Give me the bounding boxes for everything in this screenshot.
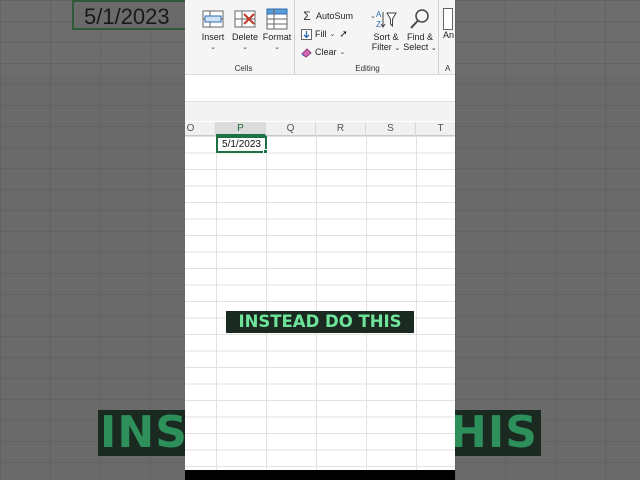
format-button[interactable]: Format ⌄ <box>261 8 293 51</box>
svg-text:Z: Z <box>376 20 381 29</box>
delete-label: Delete <box>231 32 258 42</box>
chevron-down-icon: ⌄ <box>329 31 336 38</box>
find-select-button[interactable]: Find & Select ⌄ <box>403 8 437 52</box>
ribbon: Insert ⌄ Delete ⌄ Format ⌄ Cells Σ AutoS… <box>185 0 455 75</box>
find-select-label-1: Find & <box>406 32 433 42</box>
cells-group: Insert ⌄ Delete ⌄ Format ⌄ Cells <box>193 0 295 75</box>
column-header-o[interactable]: O <box>185 122 216 136</box>
fill-icon <box>301 28 312 40</box>
next-group-partial: An A <box>441 0 455 75</box>
backdrop-active-cell: 5/1/2023 <box>72 0 185 30</box>
backdrop-left: 5/1/2023 <box>0 0 185 480</box>
backdrop-grid-right <box>455 0 640 480</box>
format-cells-icon <box>266 8 288 30</box>
column-header-s[interactable]: S <box>366 122 416 136</box>
clear-eraser-icon <box>301 47 312 58</box>
editing-group-label: Editing <box>355 64 380 73</box>
active-cell-p1[interactable]: 5/1/2023 <box>216 136 268 154</box>
chevron-down-icon: ⌄ <box>274 44 280 51</box>
chevron-down-icon: ⌄ <box>339 49 346 56</box>
svg-text:A: A <box>376 10 382 19</box>
fill-button[interactable]: Fill ⌄ ➚ <box>301 26 348 42</box>
clear-label: Clear <box>315 47 337 57</box>
column-header-t[interactable]: T <box>416 122 455 136</box>
formula-area <box>185 75 455 122</box>
sort-filter-label-1: Sort & <box>373 32 399 42</box>
find-magnifier-icon <box>410 9 429 29</box>
backdrop-grid-left <box>0 0 185 480</box>
active-cell-value: 5/1/2023 <box>222 139 261 150</box>
fill-handle[interactable] <box>263 149 268 154</box>
next-group-label: An <box>443 30 455 40</box>
autosum-button[interactable]: Σ AutoSum ⌄ <box>301 8 376 24</box>
find-select-label-2: Select <box>403 42 429 52</box>
video-caption: INSTEAD DO THIS <box>226 311 414 333</box>
sort-filter-label-2: Filter <box>371 42 392 52</box>
excel-window: Insert ⌄ Delete ⌄ Format ⌄ Cells Σ AutoS… <box>185 0 455 470</box>
worksheet-grid[interactable] <box>185 136 455 470</box>
sort-filter-icon: A Z <box>376 10 397 29</box>
backdrop-caption-left: INS <box>98 410 185 456</box>
chevron-down-icon: ⌄ <box>242 44 248 51</box>
cells-group-label: Cells <box>234 64 253 73</box>
column-header-p[interactable]: P <box>216 122 266 136</box>
video-frame: 5/1/2023 INS HIS Insert ⌄ Delete ⌄ Forma… <box>0 0 640 480</box>
next-group-caption: A <box>445 64 451 73</box>
column-header-row: O P Q R S T <box>185 122 455 136</box>
column-header-r[interactable]: R <box>316 122 366 136</box>
insert-label: Insert <box>201 32 225 42</box>
autosum-label: AutoSum <box>316 11 354 21</box>
delete-button[interactable]: Delete ⌄ <box>229 8 261 51</box>
chevron-down-icon: ⌄ <box>430 45 437 52</box>
delete-cells-icon <box>234 10 256 28</box>
chevron-down-icon: ⌄ <box>210 44 216 51</box>
fill-label: Fill <box>315 29 327 39</box>
autosum-icon: Σ <box>303 9 311 23</box>
mouse-cursor-icon: ➚ <box>339 28 348 40</box>
next-group-button[interactable]: An <box>443 8 455 40</box>
editing-group: Σ AutoSum ⌄ Fill ⌄ ➚ Clear ⌄ A Z Sort & … <box>297 0 439 75</box>
column-header-q[interactable]: Q <box>266 122 316 136</box>
insert-cells-icon <box>202 10 224 28</box>
next-group-icon <box>443 8 453 30</box>
backdrop-right <box>455 0 640 480</box>
backdrop-caption-right: HIS <box>455 410 541 456</box>
chevron-down-icon: ⌄ <box>394 45 401 52</box>
insert-button[interactable]: Insert ⌄ <box>197 8 229 51</box>
clear-button[interactable]: Clear ⌄ <box>301 44 345 60</box>
format-label: Format <box>262 32 292 42</box>
sort-filter-button[interactable]: A Z Sort & Filter ⌄ <box>369 8 403 52</box>
formula-bar[interactable] <box>185 101 455 121</box>
